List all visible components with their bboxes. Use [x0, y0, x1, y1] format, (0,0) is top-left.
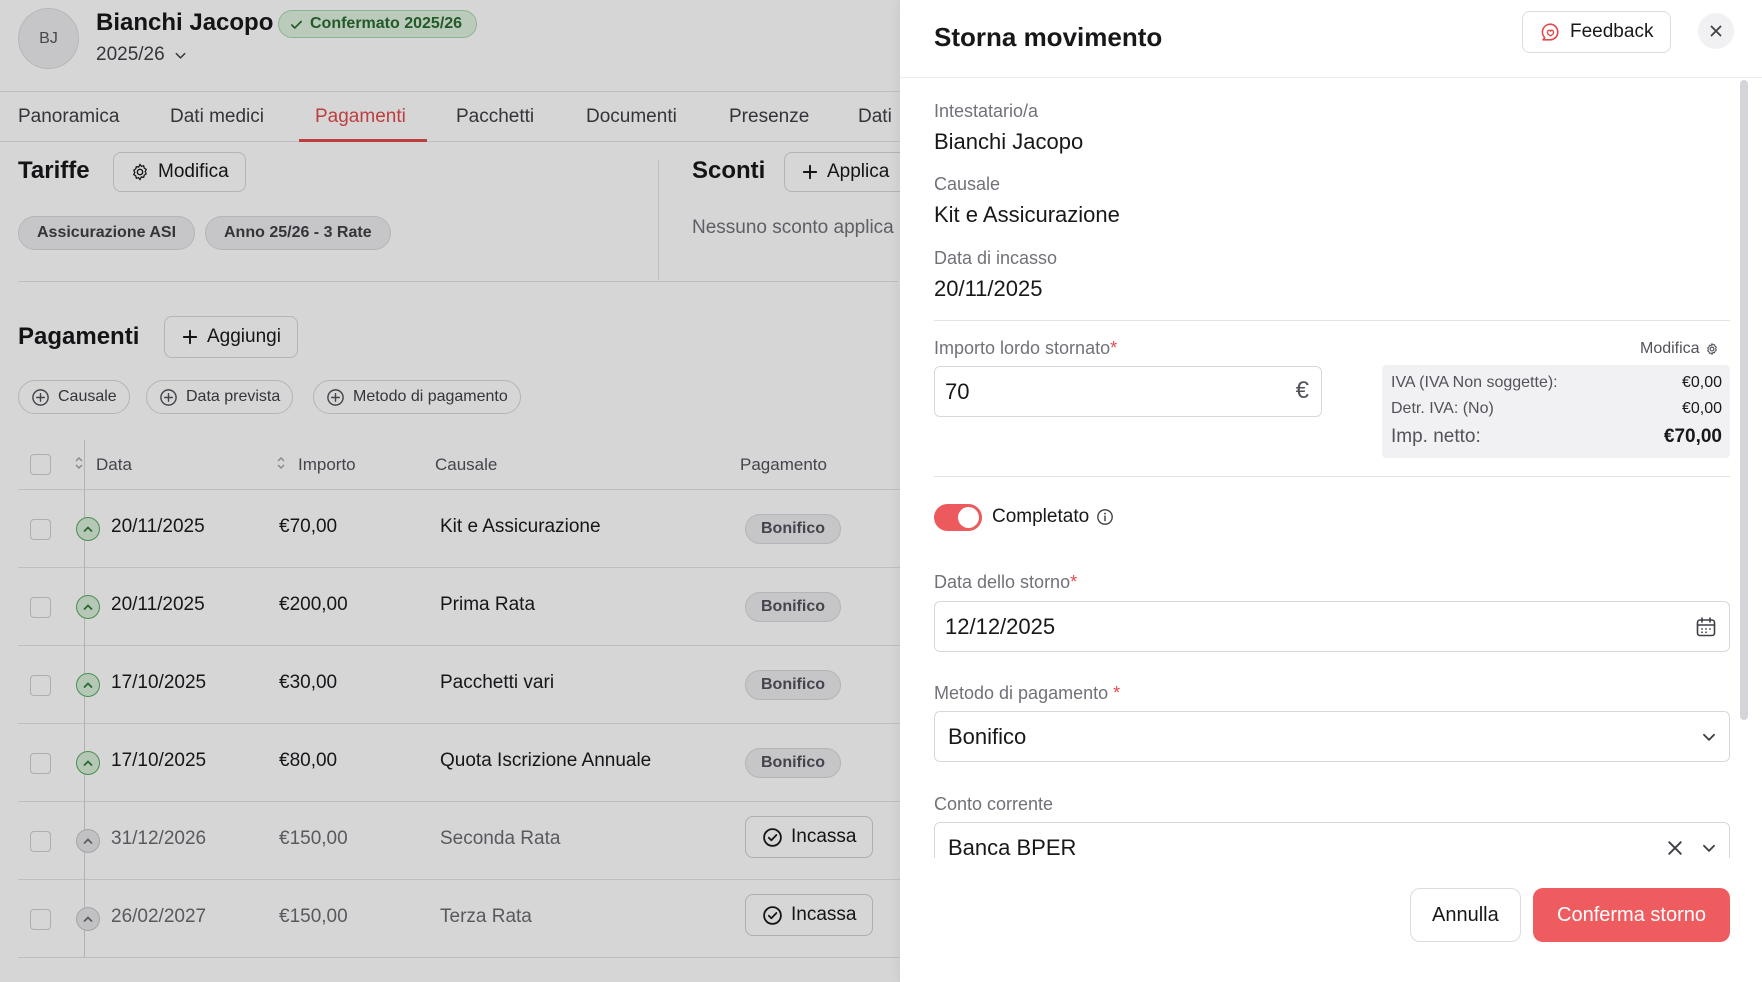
data-incasso-value: 20/11/2025 — [934, 276, 1043, 301]
data-storno-input[interactable]: 12/12/2025 — [934, 601, 1730, 652]
iva-label: IVA (IVA Non soggette): — [1391, 374, 1558, 391]
metodo-value: Bonifico — [948, 723, 1027, 749]
panel-title: Storna movimento — [934, 22, 1163, 52]
detr-label: Detr. IVA: (No) — [1391, 400, 1494, 417]
conto-select-clip: Banca BPER — [934, 820, 1730, 858]
divider — [934, 320, 1730, 321]
confirm-storno-button[interactable]: Conferma storno — [1533, 888, 1730, 942]
storna-movimento-panel: Storna movimento Feedback Intestatario/a… — [900, 0, 1762, 982]
cancel-button[interactable]: Annulla — [1410, 888, 1521, 942]
importo-input[interactable]: 70 € — [934, 366, 1322, 417]
iva-summary: IVA (IVA Non soggette): €0,00 Detr. IVA:… — [1382, 365, 1730, 458]
importo-value: 70 — [945, 378, 970, 404]
netto-value: €70,00 — [1663, 426, 1722, 447]
panel-scrollbar[interactable] — [1740, 80, 1748, 720]
intestatario-value: Bianchi Jacopo — [934, 129, 1084, 154]
data-storno-value: 12/12/2025 — [945, 613, 1056, 639]
conto-select[interactable]: Banca BPER — [934, 822, 1730, 858]
metodo-select[interactable]: Bonifico — [934, 711, 1730, 762]
panel-header: Storna movimento Feedback — [900, 0, 1762, 78]
feedback-label: Feedback — [1570, 21, 1654, 42]
toggle-knob — [958, 507, 979, 528]
modifica-label: Modifica — [1640, 340, 1700, 357]
chevron-down-icon — [1703, 844, 1715, 852]
data-storno-label: Data dello storno* — [934, 572, 1078, 592]
calendar-icon[interactable] — [1694, 615, 1718, 639]
currency-symbol: € — [1295, 377, 1309, 404]
data-incasso-label: Data di incasso — [934, 248, 1058, 268]
modal-backdrop[interactable] — [0, 0, 900, 982]
causale-value: Kit e Assicurazione — [934, 202, 1120, 227]
divider — [934, 476, 1730, 477]
clear-icon[interactable] — [1666, 839, 1684, 857]
feedback-icon — [1541, 23, 1559, 41]
info-icon[interactable] — [1096, 508, 1114, 526]
completato-label-group: Completato — [992, 506, 1114, 528]
metodo-label: Metodo di pagamento * — [934, 683, 1121, 703]
feedback-button[interactable]: Feedback — [1522, 11, 1672, 53]
conto-value: Banca BPER — [948, 834, 1077, 859]
conto-label: Conto corrente — [934, 794, 1054, 814]
iva-value: €0,00 — [1681, 374, 1722, 391]
close-icon — [1710, 25, 1722, 37]
netto-label: Imp. netto: — [1391, 426, 1481, 447]
detr-value: €0,00 — [1681, 400, 1722, 417]
close-button[interactable] — [1698, 13, 1734, 49]
modifica-iva-link[interactable]: Modifica — [1640, 340, 1719, 358]
importo-label: Importo lordo stornato* — [934, 338, 1118, 358]
panel-footer: Annulla Conferma storno — [900, 858, 1762, 982]
chevron-down-icon — [1703, 733, 1715, 741]
intestatario-label: Intestatario/a — [934, 101, 1039, 121]
gear-icon — [1706, 343, 1717, 355]
causale-label: Causale — [934, 174, 1001, 194]
completato-label: Completato — [992, 506, 1090, 527]
completato-toggle[interactable] — [934, 504, 982, 531]
